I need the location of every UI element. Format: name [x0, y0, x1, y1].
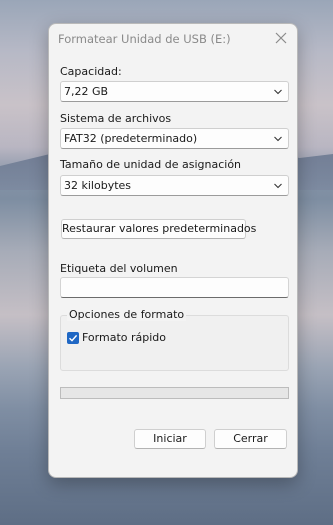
- filesystem-select[interactable]: FAT32 (predeterminado): [60, 128, 289, 149]
- quick-format-checkbox[interactable]: [67, 332, 79, 344]
- capacity-value: 7,22 GB: [64, 85, 109, 98]
- window-title: Formatear Unidad de USB (E:): [58, 32, 231, 46]
- volume-label-input[interactable]: [60, 277, 289, 298]
- capacity-select[interactable]: 7,22 GB: [60, 81, 289, 102]
- filesystem-label: Sistema de archivos: [60, 112, 172, 125]
- capacity-label: Capacidad:: [60, 65, 122, 78]
- chevron-down-icon: [274, 136, 282, 142]
- allocation-value: 32 kilobytes: [64, 179, 132, 192]
- filesystem-value: FAT32 (predeterminado): [64, 132, 198, 145]
- chevron-down-icon: [274, 89, 282, 95]
- format-options-title: Opciones de formato: [67, 308, 187, 321]
- format-progress-bar: [60, 387, 289, 399]
- allocation-label: Tamaño de unidad de asignación: [60, 158, 242, 171]
- format-dialog: Formatear Unidad de USB (E:) Capacidad: …: [48, 23, 298, 478]
- checkmark-icon: [69, 334, 78, 342]
- chevron-down-icon: [274, 183, 282, 189]
- start-button[interactable]: Iniciar: [134, 429, 206, 449]
- allocation-select[interactable]: 32 kilobytes: [60, 175, 289, 196]
- volume-label: Etiqueta del volumen: [60, 262, 178, 275]
- format-options-group: Opciones de formato Formato rápido: [60, 308, 289, 371]
- close-button[interactable]: Cerrar: [214, 429, 287, 449]
- quick-format-label: Formato rápido: [82, 331, 167, 344]
- title-bar: Formatear Unidad de USB (E:): [49, 24, 297, 54]
- close-icon[interactable]: [273, 30, 289, 46]
- restore-defaults-button[interactable]: Restaurar valores predeterminados: [61, 219, 256, 239]
